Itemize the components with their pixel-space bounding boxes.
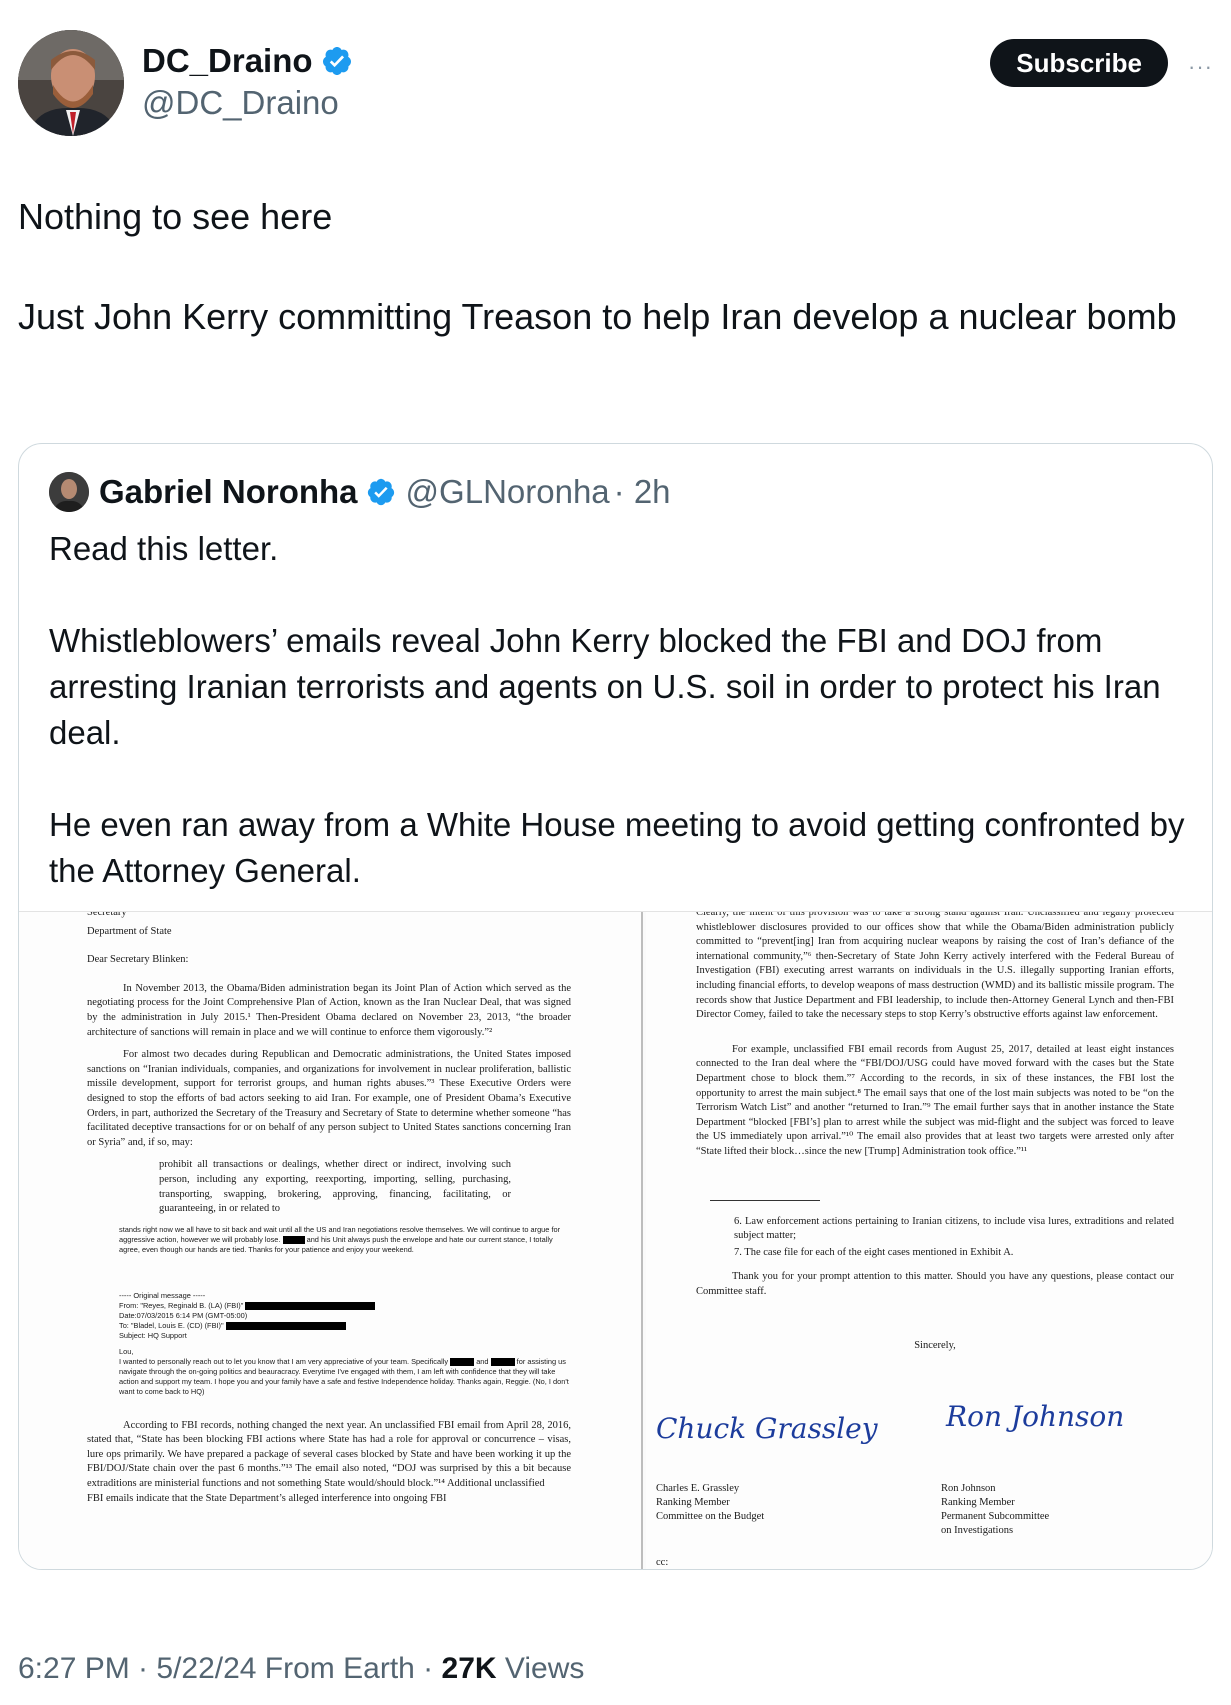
letter-closing: Sincerely,	[914, 1340, 956, 1352]
tweet-meta: 6:27 PM · 5/22/24 From Earth · 27K Views	[18, 1652, 584, 1686]
profile-photo-icon	[18, 30, 124, 136]
quoted-paragraph-3: He even ran away from a White House meet…	[49, 806, 1185, 889]
redaction-bar	[490, 1357, 515, 1366]
subscribe-button[interactable]: Subscribe	[990, 39, 1168, 87]
quoted-author-name[interactable]: Gabriel Noronha	[99, 473, 358, 511]
email-from: From: "Reyes, Reginald B. (LA) (FBI)"	[119, 1300, 244, 1310]
letter-left-para-1: In November 2013, the Obama/Biden admini…	[87, 982, 571, 1038]
quoted-tweet[interactable]: Gabriel Noronha @GLNoronha · 2h Read thi…	[18, 443, 1213, 1570]
letter-page-left[interactable]: Secretary Department of State Dear Secre…	[19, 912, 641, 1569]
quoted-author-handle[interactable]: @GLNoronha	[406, 473, 610, 511]
quoted-tweet-header: Gabriel Noronha @GLNoronha · 2h	[49, 472, 671, 512]
tweet-line-2: Just John Kerry committing Treason to he…	[18, 296, 1177, 337]
redaction-bar	[450, 1357, 475, 1366]
quoted-tweet-time: · 2h	[613, 473, 671, 510]
email-excerpt-1: stands right now we all have to sit back…	[119, 1225, 571, 1255]
letter-cc: cc:	[656, 1557, 669, 1568]
grassley-signature-block: Charles E. Grassley Ranking Member Commi…	[656, 1482, 764, 1524]
quoted-tweet-text: Read this letter. Whistleblowers’ emails…	[49, 526, 1189, 940]
quoted-profile-photo-icon	[49, 472, 89, 512]
redaction-bar	[225, 1321, 346, 1330]
johnson-name: Ron Johnson	[941, 1483, 996, 1494]
johnson-signature: Ron Johnson	[946, 1400, 1125, 1433]
letter-page-right[interactable]: Clearly, the intent of this provision wa…	[646, 912, 1212, 1569]
email-greeting: Lou,	[119, 1346, 134, 1356]
tweet-timestamp[interactable]: 6:27 PM · 5/22/24 From Earth ·	[18, 1652, 442, 1685]
author-avatar[interactable]	[18, 30, 124, 136]
letter-salutation: Dear Secretary Blinken:	[87, 954, 189, 966]
views-count: 27K	[441, 1652, 497, 1685]
email-excerpt-2: ----- Original message ----- From: "Reye…	[119, 1291, 571, 1397]
letter-cut-top: Secretary	[87, 912, 127, 918]
grassley-name: Charles E. Grassley	[656, 1483, 740, 1494]
letter-right-para-1: Clearly, the intent of this provision wa…	[696, 912, 1174, 1021]
email-2-text-a: I wanted to personally reach out to let …	[119, 1356, 449, 1366]
author-name-text: DC_Draino	[142, 42, 313, 79]
johnson-title-2: Permanent Subcommittee	[941, 1511, 1050, 1522]
letter-right-para-2: For example, unclassified FBI email reco…	[696, 1043, 1174, 1157]
letter-department: Department of State	[87, 925, 172, 937]
email-2-text-b: and	[476, 1356, 489, 1366]
tweet-header: DC_Draino @DC_Draino Subscribe ···	[18, 30, 1213, 136]
letter-left-para-3: According to FBI records, nothing change…	[87, 1419, 571, 1490]
views-label: Views	[496, 1652, 585, 1685]
verified-badge-icon	[322, 47, 351, 75]
quoted-author-avatar[interactable]	[49, 472, 89, 512]
section-rule	[710, 1199, 820, 1201]
grassley-signature: Chuck Grassley	[656, 1412, 878, 1445]
letter-left-para-2: For almost two decades during Republican…	[87, 1049, 571, 1148]
letter-thanks: Thank you for your prompt attention to t…	[696, 1271, 1174, 1297]
author-handle[interactable]: @DC_Draino	[142, 84, 353, 122]
johnson-title-3: on Investigations	[941, 1525, 1014, 1536]
quoted-verified-badge-icon	[367, 478, 394, 506]
letter-left-quote: prohibit all transactions or dealings, w…	[159, 1159, 511, 1215]
request-item-7: 7. The case file for each of the eight c…	[734, 1246, 1014, 1258]
johnson-signature-block: Ron Johnson Ranking Member Permanent Sub…	[941, 1482, 1049, 1538]
johnson-title-1: Ranking Member	[941, 1497, 1015, 1508]
redaction-bar	[245, 1301, 376, 1310]
grassley-title-2: Committee on the Budget	[656, 1511, 765, 1522]
grassley-title-1: Ranking Member	[656, 1497, 730, 1508]
tweet-line-1: Nothing to see here	[18, 196, 333, 237]
attached-letter-images[interactable]: Secretary Department of State Dear Secre…	[19, 911, 1212, 1569]
email-subject: Subject: HQ Support	[119, 1330, 187, 1340]
author-display-name[interactable]: DC_Draino	[142, 42, 353, 80]
tweet-text: Nothing to see here Just John Kerry comm…	[18, 192, 1198, 392]
page-divider	[641, 912, 643, 1569]
request-item-6: 6. Law enforcement actions pertaining to…	[734, 1215, 1174, 1242]
letter-cut-bottom: FBI emails indicate that the State Depar…	[87, 1492, 447, 1504]
email-original-message: ----- Original message -----	[119, 1290, 206, 1300]
redaction-bar	[282, 1235, 305, 1244]
quoted-paragraph-2: Whistleblowers’ emails reveal John Kerry…	[49, 622, 1161, 751]
email-date: Date:07/03/2015 6:14 PM (GMT-05:00)	[119, 1310, 248, 1320]
email-to: To: "Bladel, Louis E. (CD) (FBI)"	[119, 1320, 224, 1330]
more-options-icon[interactable]: ···	[1188, 54, 1213, 80]
quoted-paragraph-1: Read this letter.	[49, 530, 279, 567]
